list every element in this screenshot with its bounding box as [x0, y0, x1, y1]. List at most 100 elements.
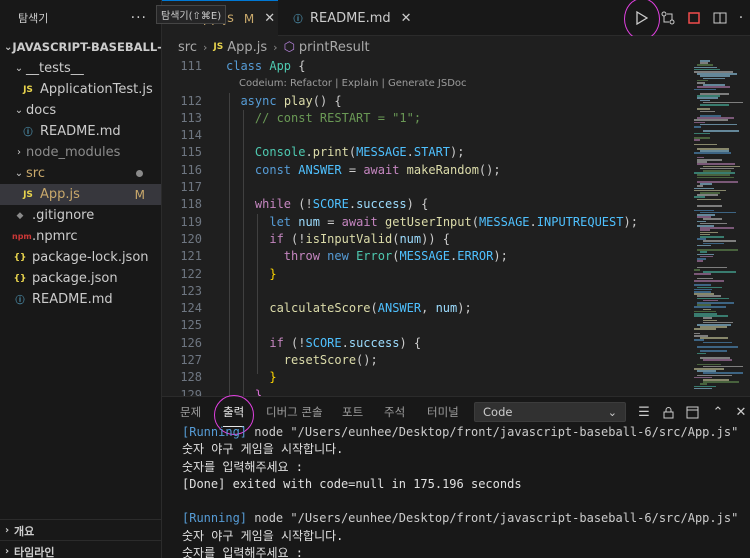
tree-item-label: README.md: [32, 292, 113, 307]
line-number: 113: [180, 110, 202, 125]
code-line: resetScore();: [283, 353, 378, 368]
json-file-icon: {}: [13, 273, 27, 284]
minimap-line: [694, 269, 700, 271]
project-root[interactable]: ⌄ JAVASCRIPT-BASEBALL-6: [0, 36, 161, 58]
line-number: 111: [180, 59, 202, 73]
line-number: 116: [180, 162, 202, 177]
chevron-down-icon: ⌄: [14, 168, 24, 179]
code-editor[interactable]: 111 112 113 114 115 116 117 118 119 120 …: [162, 58, 750, 396]
line-number: 115: [180, 145, 202, 160]
close-icon[interactable]: ✕: [401, 11, 412, 26]
line-number: 129: [180, 387, 202, 396]
tree-item-gitignore[interactable]: ◆ .gitignore: [0, 205, 161, 226]
tree-item-label: README.md: [40, 124, 121, 139]
breadcrumb-file[interactable]: App.js: [227, 40, 267, 55]
tab-problems[interactable]: 문제: [180, 397, 201, 427]
method-icon: ⬡: [283, 39, 295, 55]
tree-item-app-js[interactable]: JS App.js M: [0, 184, 161, 205]
open-output-editor-icon[interactable]: [683, 403, 701, 421]
tab-comments[interactable]: 주석: [384, 397, 405, 427]
breadcrumb-symbol[interactable]: printResult: [299, 40, 370, 55]
tree-item-applicationtest[interactable]: JS ApplicationTest.js: [0, 79, 161, 100]
code-line: }: [254, 387, 263, 396]
minimap-line: [700, 123, 737, 126]
tree-item-node-modules[interactable]: › node_modules: [0, 142, 161, 163]
tree-item-label: package-lock.json: [32, 250, 149, 265]
explorer-sidebar: 탐색기 ··· ⌄ JAVASCRIPT-BASEBALL-6 ⌄ __test…: [0, 0, 162, 558]
git-file-icon: ◆: [16, 210, 24, 221]
line-number: 128: [180, 370, 202, 385]
info-file-icon: ⓘ: [293, 14, 303, 25]
modified-badge: M: [243, 11, 255, 26]
chevron-down-icon: ⌄: [14, 105, 24, 116]
minimap-line: [697, 352, 706, 355]
tree-item-label: ApplicationTest.js: [40, 82, 153, 97]
timeline-section[interactable]: › 타임라인: [0, 540, 162, 558]
line-number: 127: [180, 353, 202, 368]
code-content: class App { Codeium: Refactor | Explain …: [226, 58, 686, 396]
line-number-gutter: 111 112 113 114 115 116 117 118 119 120 …: [162, 58, 210, 396]
explorer-tooltip: 탐색기(⇧⌘E): [156, 5, 227, 24]
code-line: // const RESTART = "1";: [254, 110, 422, 125]
maximize-panel-icon[interactable]: ⌃: [709, 403, 727, 421]
lock-icon[interactable]: [659, 403, 677, 421]
run-code-icon[interactable]: [632, 8, 652, 28]
stop-icon[interactable]: [684, 8, 704, 28]
line-number: 119: [180, 214, 202, 229]
more-actions-icon[interactable]: ···: [131, 10, 147, 26]
minimap-line: [700, 337, 728, 339]
output-panel: 문제 출력 디버그 콘솔 포트 주석 터미널 Code ⌄ ☰ ⌃ ✕ [Run…: [162, 395, 750, 558]
output-line: [Done] exited with code=null in 175.196 …: [182, 476, 522, 491]
codelens-actions[interactable]: Codeium: Refactor | Explain | Generate J…: [226, 75, 686, 92]
tab-debug-console[interactable]: 디버그 콘솔: [266, 397, 323, 427]
info-file-icon: ⓘ: [15, 296, 25, 306]
line-number: 124: [180, 301, 202, 316]
tree-item-docs-readme[interactable]: ⓘ README.md: [0, 121, 161, 142]
tree-item-package-lock[interactable]: {} package-lock.json: [0, 247, 161, 268]
code-line: throw new Error(MESSAGE.ERROR);: [283, 249, 508, 264]
more-actions-icon[interactable]: ·: [734, 8, 748, 28]
code-line: const ANSWER = await makeRandom();: [254, 162, 501, 177]
tree-item-package-json[interactable]: {} package.json: [0, 268, 161, 289]
tree-item-src[interactable]: ⌄ src: [0, 163, 161, 184]
line-number: 114: [180, 128, 202, 143]
tab-label: README.md: [310, 10, 391, 26]
outline-section[interactable]: › 개요: [0, 519, 162, 541]
tree-item-docs[interactable]: ⌄ docs: [0, 100, 161, 121]
output-channel-value: Code: [483, 405, 513, 419]
tree-item-npmrc[interactable]: npm .npmrc: [0, 226, 161, 247]
output-channel-select[interactable]: Code ⌄: [474, 402, 626, 422]
chevron-down-icon: ⌄: [14, 63, 24, 74]
line-number: 123: [180, 283, 202, 298]
chevron-right-icon: ›: [202, 40, 208, 54]
minimap-line: [700, 104, 729, 106]
split-editor-icon[interactable]: [710, 8, 730, 28]
minimap-line: [694, 280, 724, 282]
close-panel-icon[interactable]: ✕: [732, 403, 750, 421]
tree-item-label: package.json: [32, 271, 118, 286]
tree-item-readme[interactable]: ⓘ README.md: [0, 289, 161, 310]
tree-item-tests[interactable]: ⌄ __tests__: [0, 58, 161, 79]
explorer-header: 탐색기 ···: [0, 0, 161, 36]
code-line: while (!SCORE.success) {: [254, 197, 429, 212]
minimap-line: [694, 328, 716, 330]
clear-output-icon[interactable]: ☰: [635, 403, 653, 421]
breadcrumb-folder[interactable]: src: [178, 40, 197, 55]
minimap-line: [697, 260, 703, 262]
minimap-line: [697, 244, 711, 247]
minimap[interactable]: [692, 58, 750, 396]
code-line: }: [269, 266, 277, 281]
code-line: calculateScore(ANSWER, num);: [269, 301, 472, 316]
code-line: if (!SCORE.success) {: [269, 335, 422, 350]
tab-terminal[interactable]: 터미널: [427, 397, 459, 427]
info-file-icon: ⓘ: [23, 128, 33, 138]
compare-changes-icon[interactable]: [658, 8, 678, 28]
timeline-label: 타임라인: [14, 545, 55, 558]
modified-badge: M: [134, 187, 145, 202]
minimap-line: [694, 126, 701, 128]
tab-readme[interactable]: ⓘ README.md ✕: [280, 0, 412, 36]
minimap-line: [697, 205, 722, 207]
tab-ports[interactable]: 포트: [342, 397, 363, 427]
close-icon[interactable]: ✕: [264, 11, 275, 26]
